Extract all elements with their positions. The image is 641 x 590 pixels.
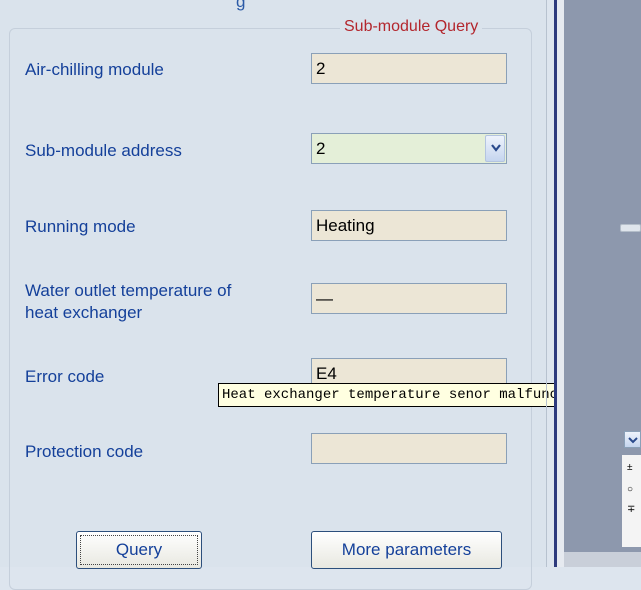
sub-module-address-value: 2: [316, 139, 326, 158]
side-panel-edge: [557, 0, 564, 567]
dropdown-button[interactable]: [485, 135, 505, 162]
minus-plus-icon[interactable]: ∓: [627, 505, 635, 515]
circle-icon[interactable]: ○: [627, 485, 633, 495]
air-chilling-module-field[interactable]: 2: [311, 53, 507, 84]
clipped-heading: g: [236, 0, 246, 11]
chevron-down-icon: [491, 144, 501, 152]
protection-code-field[interactable]: [311, 433, 507, 464]
sub-module-address-select[interactable]: 2: [311, 133, 507, 164]
focus-ring: [80, 535, 198, 565]
scrollbar-handle[interactable]: [620, 224, 641, 232]
query-button[interactable]: Query: [76, 531, 202, 569]
sub-module-address-label: Sub-module address: [25, 141, 182, 160]
protection-code-label: Protection code: [25, 442, 144, 461]
panel-divider: [546, 0, 547, 567]
error-code-label: Error code: [25, 367, 105, 386]
more-parameters-button[interactable]: More parameters: [311, 531, 502, 569]
running-mode-label: Running mode: [25, 217, 136, 236]
side-tool-strip: ± ○ ∓: [622, 455, 641, 547]
water-outlet-temp-label-line1: Water outlet temperature of: [25, 281, 232, 300]
side-dropdown-button[interactable]: [624, 431, 641, 448]
groupbox-title: Sub-module Query: [340, 18, 483, 36]
side-panel-bottom: [564, 552, 641, 567]
plus-minus-icon[interactable]: ±: [627, 463, 633, 473]
more-parameters-button-label: More parameters: [341, 540, 472, 559]
air-chilling-module-label: Air-chilling module: [25, 60, 164, 79]
chevron-down-icon: [628, 437, 638, 444]
water-outlet-temp-field[interactable]: —: [311, 283, 507, 314]
running-mode-field[interactable]: Heating: [311, 210, 507, 241]
water-outlet-temp-label-line2: heat exchanger: [25, 303, 143, 322]
